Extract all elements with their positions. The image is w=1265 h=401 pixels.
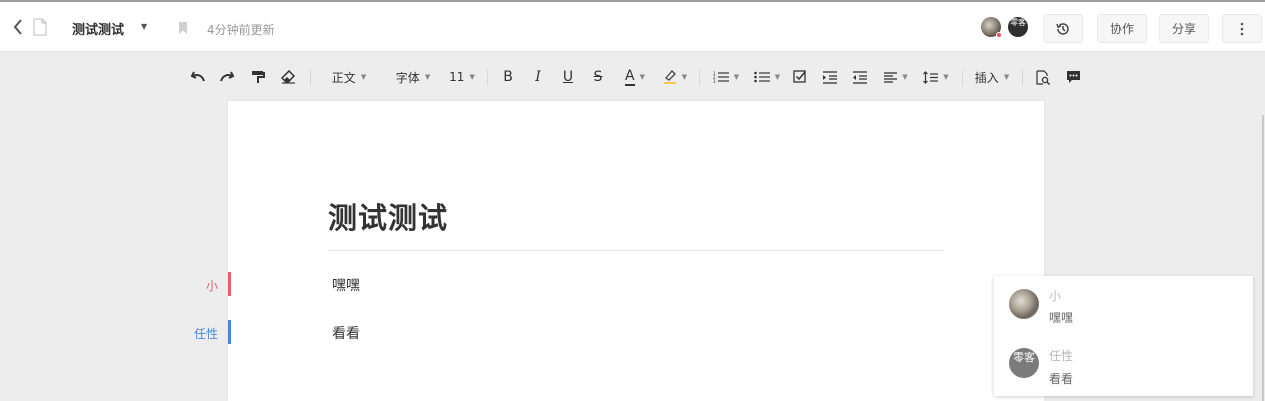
document-page[interactable] (228, 101, 1044, 401)
bold-button[interactable]: B (499, 60, 517, 94)
svg-text:3: 3 (713, 79, 716, 83)
checklist-icon[interactable] (791, 60, 809, 94)
paragraph-text[interactable]: 嘿嘿 (332, 275, 360, 295)
header-bar: 测试测试 ▼ 4分钟前更新 零客 协作 分享 (0, 2, 1265, 52)
paragraph-text[interactable]: 看看 (332, 323, 360, 343)
indent-decrease-icon[interactable] (851, 60, 869, 94)
insert-label: 插入 (974, 70, 999, 85)
toolbar-divider (1022, 70, 1023, 86)
back-icon[interactable] (10, 18, 26, 36)
formatting-toolbar: 正文 ▼ 字体 ▼ 11 ▼ B I U S A ▼ ▼ 1 2 3 ▼ ▼ ▼ ▼ 插入 ▼ (0, 60, 1265, 94)
font-size-dropdown[interactable]: 11 ▼ (447, 60, 477, 94)
document-icon (33, 18, 47, 40)
chevron-down-icon: ▼ (424, 73, 431, 81)
author-color-bar (228, 272, 231, 296)
share-button[interactable]: 分享 (1159, 14, 1209, 43)
clear-format-icon[interactable] (279, 60, 297, 94)
highlighter-icon (663, 70, 676, 84)
line-spacing-icon (923, 70, 939, 84)
italic-button[interactable]: I (529, 60, 547, 94)
underline-button[interactable]: U (559, 60, 577, 94)
online-status-dot (996, 32, 1002, 38)
paragraph-author-label: 小 (205, 279, 218, 293)
bullet-list-icon (753, 71, 770, 83)
font-color-icon: A (625, 67, 635, 86)
indent-increase-icon[interactable] (821, 60, 839, 94)
font-color-dropdown[interactable]: A ▼ (619, 60, 651, 94)
author-color-bar (228, 320, 231, 344)
comment-panel: 小 嘿嘿 零客 任性 看看 (994, 276, 1253, 396)
toolbar-divider (487, 70, 488, 86)
chevron-down-icon: ▼ (639, 73, 645, 81)
history-button[interactable] (1043, 14, 1083, 43)
bookmark-icon[interactable] (178, 20, 188, 39)
undo-icon[interactable] (188, 60, 208, 94)
strikethrough-button[interactable]: S (589, 60, 607, 94)
redo-icon[interactable] (217, 60, 237, 94)
chevron-down-icon: ▼ (733, 73, 740, 81)
highlight-color-dropdown[interactable]: ▼ (659, 60, 691, 94)
bullet-list-dropdown[interactable]: ▼ (750, 60, 784, 94)
chevron-down-icon: ▼ (943, 73, 949, 81)
comment-author: 任性 (1049, 349, 1074, 363)
toolbar-divider (962, 70, 963, 86)
comment-avatar: 零客 (1009, 348, 1039, 378)
format-painter-icon[interactable] (249, 60, 267, 94)
history-icon (1056, 22, 1069, 35)
paragraph-author-label: 任性 (193, 327, 218, 341)
comment-text[interactable]: 看看 (1049, 370, 1073, 387)
align-dropdown[interactable]: ▼ (881, 60, 911, 94)
more-menu-button[interactable] (1222, 14, 1262, 43)
document-heading[interactable]: 测试测试 (328, 195, 448, 237)
font-family-label: 字体 (395, 70, 420, 85)
paragraph-style-label: 正文 (331, 70, 356, 85)
comment-author: 小 (1049, 289, 1062, 303)
collaborate-button[interactable]: 协作 (1097, 14, 1147, 43)
comment-avatar (1009, 289, 1039, 319)
chevron-down-icon: ▼ (360, 73, 367, 81)
vertical-scrollbar[interactable] (1262, 115, 1264, 401)
line-spacing-dropdown[interactable]: ▼ (920, 60, 952, 94)
find-replace-icon[interactable] (1034, 60, 1052, 94)
comment-text[interactable]: 嘿嘿 (1049, 309, 1073, 326)
collaborator-avatar[interactable]: 零客 (1008, 17, 1028, 37)
ordered-list-icon: 123 (713, 71, 729, 83)
font-family-dropdown[interactable]: 字体 ▼ (390, 60, 436, 94)
title-dropdown-icon[interactable]: ▼ (141, 22, 147, 31)
chevron-down-icon: ▼ (902, 73, 908, 81)
insert-dropdown[interactable]: 插入 ▼ (972, 60, 1012, 94)
comment-icon[interactable] (1064, 60, 1082, 94)
align-left-icon (884, 71, 898, 83)
heading-divider (328, 250, 944, 251)
chevron-down-icon: ▼ (1003, 73, 1010, 81)
chevron-down-icon: ▼ (681, 73, 688, 81)
chevron-down-icon: ▼ (469, 73, 475, 81)
chevron-down-icon: ▼ (774, 73, 781, 81)
toolbar-divider (310, 70, 311, 86)
toolbar-divider (699, 70, 700, 86)
ordered-list-dropdown[interactable]: 1 2 3 ▼ (709, 60, 743, 94)
font-size-label: 11 (449, 70, 465, 84)
update-time: 4分钟前更新 (207, 23, 275, 37)
more-vertical-icon (1240, 22, 1244, 35)
paragraph-style-dropdown[interactable]: 正文 ▼ (326, 60, 372, 94)
document-title[interactable]: 测试测试 (72, 19, 124, 38)
